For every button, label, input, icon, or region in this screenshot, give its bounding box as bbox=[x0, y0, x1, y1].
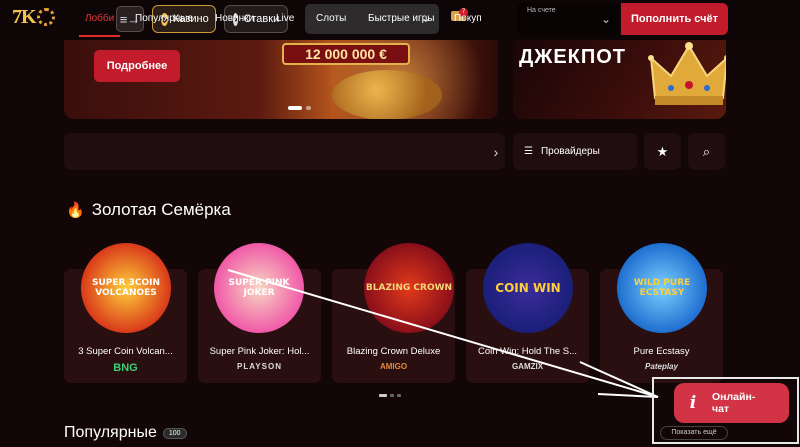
chat-label: Онлайн-чат bbox=[712, 391, 755, 415]
banner-pagination bbox=[288, 106, 311, 110]
chat-label-line1: Онлайн- bbox=[712, 391, 756, 403]
category-tabs bbox=[64, 133, 505, 170]
chat-label-line2: чат bbox=[712, 403, 730, 415]
provider-logo: BNG bbox=[113, 362, 138, 374]
game-art: COIN WIN bbox=[483, 243, 573, 333]
balance-dropdown[interactable]: На счете ⌄ bbox=[517, 3, 619, 35]
promo-banner[interactable]: 12 000 000 € Подробнее bbox=[64, 40, 498, 119]
game-art: BLAZING CROWN bbox=[364, 243, 454, 333]
jackpot-banner[interactable]: ДЖЕКПОТ bbox=[513, 40, 726, 119]
carousel-dot[interactable] bbox=[397, 394, 401, 397]
game-title: Blazing Crown Deluxe bbox=[346, 346, 441, 357]
info-icon: i bbox=[689, 393, 697, 413]
provider-logo: Pateplay bbox=[645, 362, 678, 371]
online-chat-button[interactable]: i Онлайн-чат bbox=[674, 383, 789, 423]
game-title: Super Pink Joker: Hol... bbox=[209, 346, 310, 357]
providers-button[interactable]: ☰ Провайдеры bbox=[513, 133, 637, 170]
tab-buy[interactable]: Покуп bbox=[454, 0, 484, 37]
popular-count-badge: 100 bbox=[162, 427, 187, 439]
game-art: SUPER 3COIN VOLCANOES bbox=[81, 243, 171, 333]
star-icon: ★ bbox=[656, 143, 669, 159]
pagination-dot[interactable] bbox=[288, 106, 302, 110]
tab-fast-games[interactable]: Быстрые игры bbox=[368, 0, 434, 37]
favorites-button[interactable]: ★ bbox=[644, 133, 681, 170]
tab-live[interactable]: Live bbox=[276, 0, 294, 37]
balance-label: На счете bbox=[527, 7, 556, 14]
more-details-button[interactable]: Подробнее bbox=[94, 50, 180, 82]
game-title: Pure Ecstasy bbox=[633, 346, 690, 357]
provider-logo: PLAYSON bbox=[237, 362, 282, 371]
popular-section-title: Популярные 100 bbox=[64, 424, 187, 442]
popular-title-text: Популярные bbox=[64, 424, 157, 441]
tab-new[interactable]: Новинки bbox=[215, 0, 254, 37]
crown-icon bbox=[648, 42, 726, 105]
site-logo[interactable]: 7K bbox=[12, 6, 72, 32]
gold-coins-image bbox=[332, 70, 442, 119]
search-icon: ⌕ bbox=[702, 143, 711, 159]
providers-label: Провайдеры bbox=[540, 146, 600, 157]
flame-icon: 🔥 bbox=[66, 202, 85, 219]
game-art: WILD PURE ECSTASY bbox=[617, 243, 707, 333]
provider-logo: AMIGO bbox=[379, 362, 408, 371]
chevron-right-icon[interactable]: › bbox=[487, 133, 505, 170]
jackpot-amount: 12 000 000 € bbox=[282, 43, 410, 65]
search-button[interactable]: ⌕ bbox=[688, 133, 725, 170]
tab-popular[interactable]: Популярные bbox=[135, 0, 193, 37]
logo-wheel-icon bbox=[36, 8, 55, 26]
provider-logo: GAMZIX bbox=[511, 362, 544, 371]
game-title: Coin Win: Hold The S... bbox=[477, 346, 578, 357]
game-art: SUPER PINK JOKER bbox=[214, 243, 304, 333]
jackpot-title: ДЖЕКПОТ bbox=[519, 46, 627, 68]
tab-slots[interactable]: Слоты bbox=[316, 0, 346, 37]
deposit-button[interactable]: Пополнить счёт bbox=[621, 3, 728, 35]
filter-sliders-icon: ☰ bbox=[524, 146, 533, 157]
carousel-dot[interactable] bbox=[379, 394, 387, 397]
carousel-dot[interactable] bbox=[390, 394, 394, 397]
carousel-pagination bbox=[379, 394, 401, 397]
logo-text: 7K bbox=[12, 6, 37, 28]
game-title: 3 Super Coin Volcan... bbox=[78, 346, 173, 357]
chevron-down-icon: ⌄ bbox=[600, 12, 611, 26]
tab-lobby[interactable]: Лобби bbox=[78, 0, 121, 37]
section-title: 🔥 Золотая Семёрка bbox=[66, 200, 231, 220]
pagination-dot[interactable] bbox=[306, 106, 311, 110]
section-title-text: Золотая Семёрка bbox=[91, 200, 231, 219]
